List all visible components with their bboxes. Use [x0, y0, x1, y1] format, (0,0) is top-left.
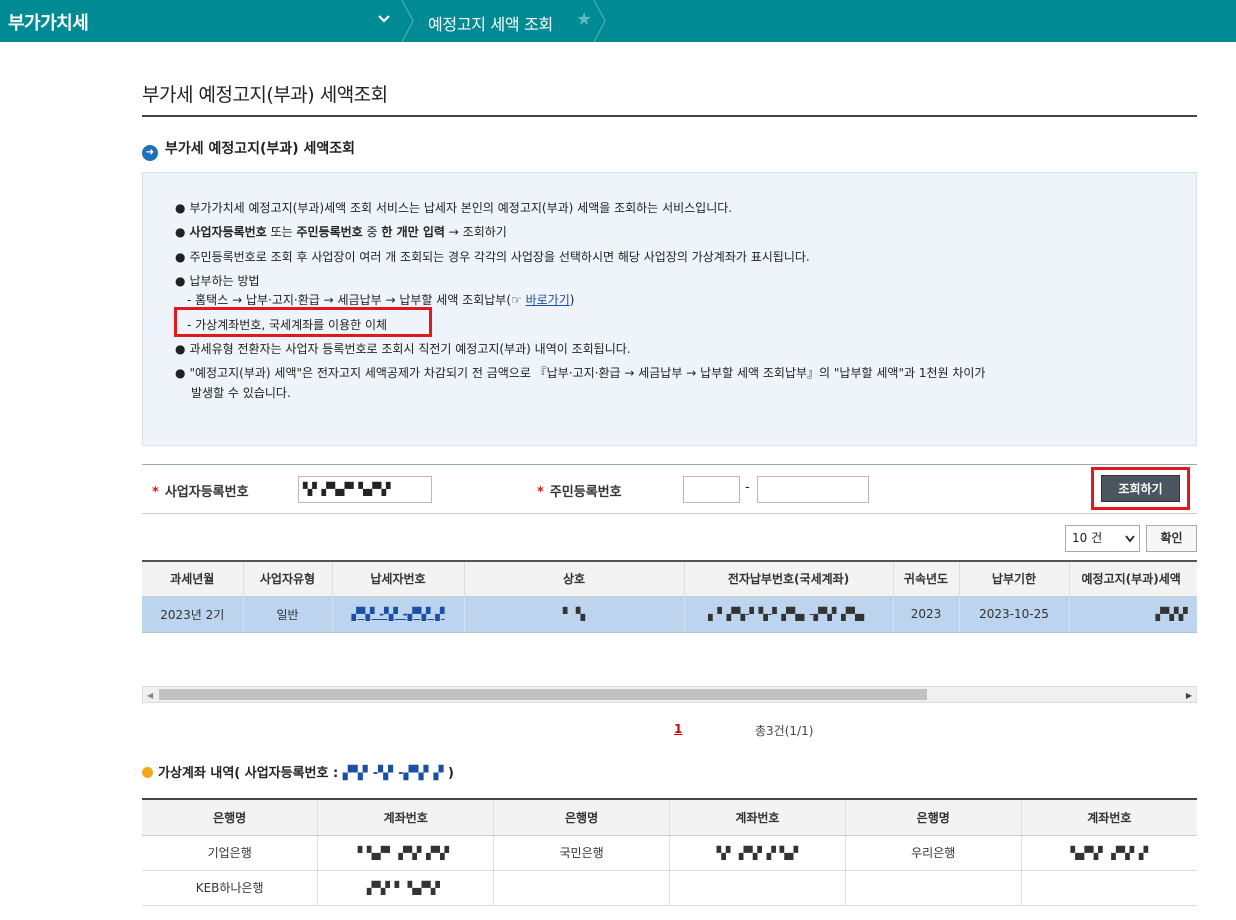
- col-header: 과세년월: [142, 562, 244, 597]
- guide-line: ● 사업자등록번호 또는 주민등록번호 중 한 개만 입력 → 조회하기: [175, 225, 507, 239]
- cell-year: 2023: [893, 596, 960, 633]
- guide-line: ● 납부하는 방법: [175, 274, 260, 288]
- section-header: ➜ 부가세 예정고지(부과) 세액조회: [142, 138, 355, 161]
- cell-taxpayer-no[interactable]: ▞▚▘-▚▘-▞▚▘▞: [332, 596, 465, 633]
- col-header: 계좌번호: [1021, 799, 1197, 836]
- biz-number-input[interactable]: ▚▘▞▚▞▘▚▞▚▘: [298, 476, 432, 503]
- breadcrumb-separator-icon: [593, 0, 606, 42]
- account-section-header: 가상계좌 내역( 사업자등록번호 : ▞▚▘-▚▘-▞▚▘▞ ): [142, 762, 454, 781]
- guide-line: ● "예정고지(부과) 세액"은 전자고지 세액공제가 차감되기 전 금액으로 『…: [175, 366, 986, 380]
- horizontal-scrollbar[interactable]: ◀ ▶: [142, 686, 1197, 703]
- account-number: ▘▚▞▘ ▞▚▘▞▚▘: [317, 835, 495, 871]
- page-link[interactable]: 1: [674, 722, 682, 736]
- scrollbar-thumb[interactable]: [159, 689, 927, 700]
- account-number: ▚▘ ▞▚▘▞ ▚▞: [669, 835, 846, 871]
- col-header: 계좌번호: [669, 799, 846, 836]
- guide-line: ● 부가가치세 예정고지(부과)세액 조회 서비스는 납세자 본인의 예정고지(부…: [175, 201, 733, 215]
- total-count: 총3건(1/1): [755, 724, 814, 738]
- breadcrumb-separator-icon: [401, 0, 414, 42]
- page-title: 부가세 예정고지(부과) 세액조회: [142, 84, 388, 106]
- biz-number-label: * 사업자등록번호: [152, 485, 249, 500]
- table-row[interactable]: 2023년 2기 일반 ▞▚▘-▚▘-▞▚▘▞ ▘ ▚ ▖▘▞▚-▘▚-▘▞▚▖…: [142, 596, 1197, 633]
- section-title: 부가세 예정고지(부과) 세액조회: [165, 141, 355, 157]
- cell-amount: ▞▚▚▘: [1069, 596, 1197, 633]
- col-header: 납부기한: [959, 562, 1070, 597]
- search-button[interactable]: 조회하기: [1101, 475, 1180, 502]
- bank-name: [493, 870, 670, 906]
- col-header: 귀속년도: [893, 562, 960, 597]
- col-header: 계좌번호: [317, 799, 495, 836]
- bank-name: 기업은행: [142, 835, 319, 871]
- confirm-button[interactable]: 확인: [1146, 525, 1197, 552]
- table-row: KEB하나은행 ▞▚▘▘ ▚▞▚▘: [142, 870, 1197, 906]
- cell-due-date: 2023-10-25: [959, 596, 1070, 633]
- rrn-front-input[interactable]: [683, 476, 740, 503]
- guide-line: ● 과세유형 전환자는 사업자 등록번호로 조회시 직전기 예정고지(부과) 내역…: [175, 342, 631, 356]
- col-header: 납세자번호: [332, 562, 465, 597]
- account-number: [669, 870, 846, 906]
- account-table: 은행명 계좌번호 은행명 계좌번호 은행명 계좌번호 기업은행 ▘▚▞▘ ▞▚▘…: [142, 798, 1197, 906]
- bullet-icon: [142, 767, 153, 778]
- title-divider: [142, 115, 1197, 117]
- guide-line: ● 주민등록번호로 조회 후 사업장이 여러 개 조회되는 경우 각각의 사업장을…: [175, 250, 810, 264]
- result-grid: 과세년월 사업자유형 납세자번호 상호 전자납부번호(국세계좌) 귀속년도 납부…: [142, 560, 1197, 686]
- account-number: ▚▞▚▘ ▞▚▘▞: [1021, 835, 1197, 871]
- taxpayer-no-link[interactable]: ▞▚▘-▚▘-▞▚▘▞: [351, 607, 444, 621]
- guide-subline: - 홈택스 → 납부·고지·환급 → 세금납부 → 납부할 세액 조회납부(☞ …: [187, 293, 575, 307]
- chevron-down-icon: [1125, 535, 1135, 543]
- top-nav-bar: 부가가치세 예정고지 세액 조회 ★: [0, 0, 1236, 42]
- star-icon[interactable]: ★: [576, 9, 592, 30]
- chevron-down-icon[interactable]: [376, 11, 392, 27]
- highlight-box: [174, 307, 432, 337]
- account-number: ▞▚▘▘ ▚▞▚▘: [317, 870, 495, 906]
- shortcut-link[interactable]: 바로가기: [526, 293, 570, 307]
- cell-period: 2023년 2기: [142, 596, 244, 633]
- col-header: 은행명: [845, 799, 1022, 836]
- cell-company: ▘ ▚: [464, 596, 685, 633]
- scroll-left-icon[interactable]: ◀: [147, 691, 153, 700]
- table-row: 기업은행 ▘▚▞▘ ▞▚▘▞▚▘ 국민은행 ▚▘ ▞▚▘▞ ▚▞ 우리은행 ▚▞…: [142, 835, 1197, 871]
- cell-biz-type: 일반: [243, 596, 333, 633]
- account-number: [1021, 870, 1197, 906]
- arrow-circle-icon: ➜: [142, 145, 158, 161]
- bank-name: 국민은행: [493, 835, 670, 871]
- col-header: 사업자유형: [243, 562, 333, 597]
- bank-name: KEB하나은행: [142, 870, 319, 906]
- breadcrumb-current: 예정고지 세액 조회: [428, 15, 553, 34]
- bank-name: 우리은행: [845, 835, 1022, 871]
- col-header: 상호: [464, 562, 685, 597]
- scroll-right-icon[interactable]: ▶: [1186, 691, 1192, 700]
- rrn-back-input[interactable]: [757, 476, 869, 503]
- cell-payment-no: ▖▘▞▚-▘▚-▘▞▚▖-▞▚▘▞▚▖: [684, 596, 894, 633]
- guide-line-cont: 발생할 수 있습니다.: [191, 386, 291, 400]
- search-form: * 사업자등록번호 ▚▘▞▚▞▘▚▞▚▘ * 주민등록번호 -: [142, 464, 1197, 514]
- col-header: 은행명: [142, 799, 319, 836]
- page-size-select[interactable]: 10 건: [1065, 525, 1140, 552]
- col-header: 전자납부번호(국세계좌): [684, 562, 894, 597]
- menu-title[interactable]: 부가가치세: [8, 9, 89, 35]
- rrn-dash: -: [745, 480, 750, 495]
- bank-name: [845, 870, 1022, 906]
- col-header: 예정고지(부과)세액: [1069, 562, 1197, 597]
- col-header: 은행명: [493, 799, 670, 836]
- rrn-label: * 주민등록번호: [537, 485, 622, 500]
